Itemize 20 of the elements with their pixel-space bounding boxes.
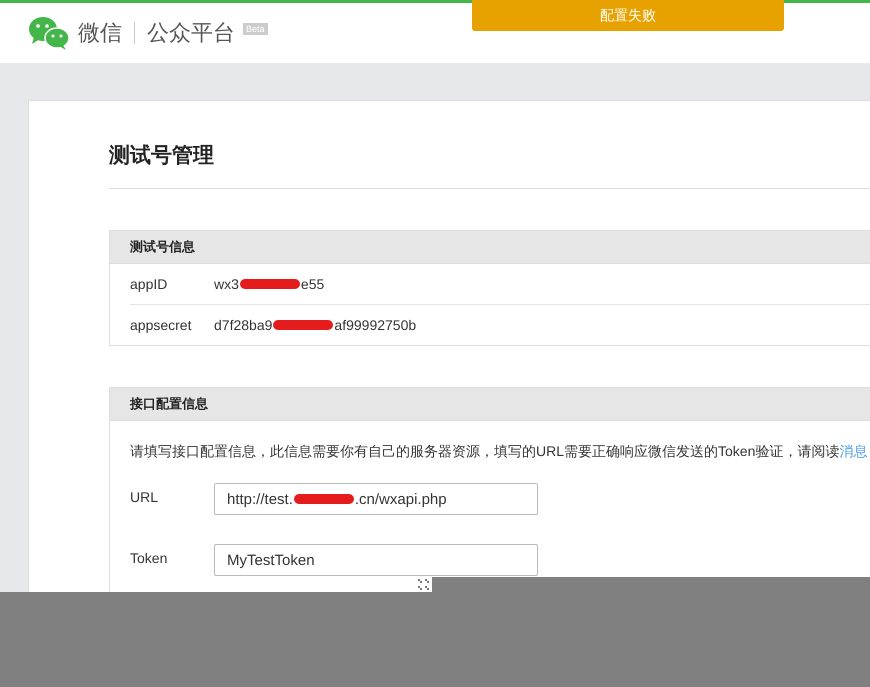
logo-text: 微信	[78, 19, 122, 47]
product-name: 公众平台	[147, 19, 235, 47]
redaction-mark	[273, 320, 334, 330]
panel-header: 测试号信息	[110, 231, 870, 264]
chat-bubbles-icon	[28, 15, 70, 51]
input-field[interactable]: MyTestToken	[214, 544, 538, 576]
field-label: appsecret	[130, 317, 192, 333]
error-toast: 配置失败	[472, 0, 784, 31]
instructions-text: 请填写接口配置信息，此信息需要你有自己的服务器资源，填写的URL需要正确响应微信发送的Token验证，请阅读消息	[130, 443, 868, 461]
field-label: appID	[130, 276, 168, 292]
field-label: URL	[130, 488, 160, 505]
page-title: 测试号管理	[109, 141, 870, 189]
field-value: wx3 e55	[214, 276, 324, 292]
field-label: Token	[130, 549, 168, 566]
field-value: d7f28ba9 af99992750b	[214, 317, 416, 333]
redaction-mark	[240, 279, 300, 289]
grip-icon[interactable]	[415, 577, 432, 592]
redaction-mark	[294, 494, 354, 504]
input-field[interactable]: http://test. .cn/wxapi.php	[214, 483, 538, 515]
panel-header: 接口配置信息	[110, 388, 870, 421]
